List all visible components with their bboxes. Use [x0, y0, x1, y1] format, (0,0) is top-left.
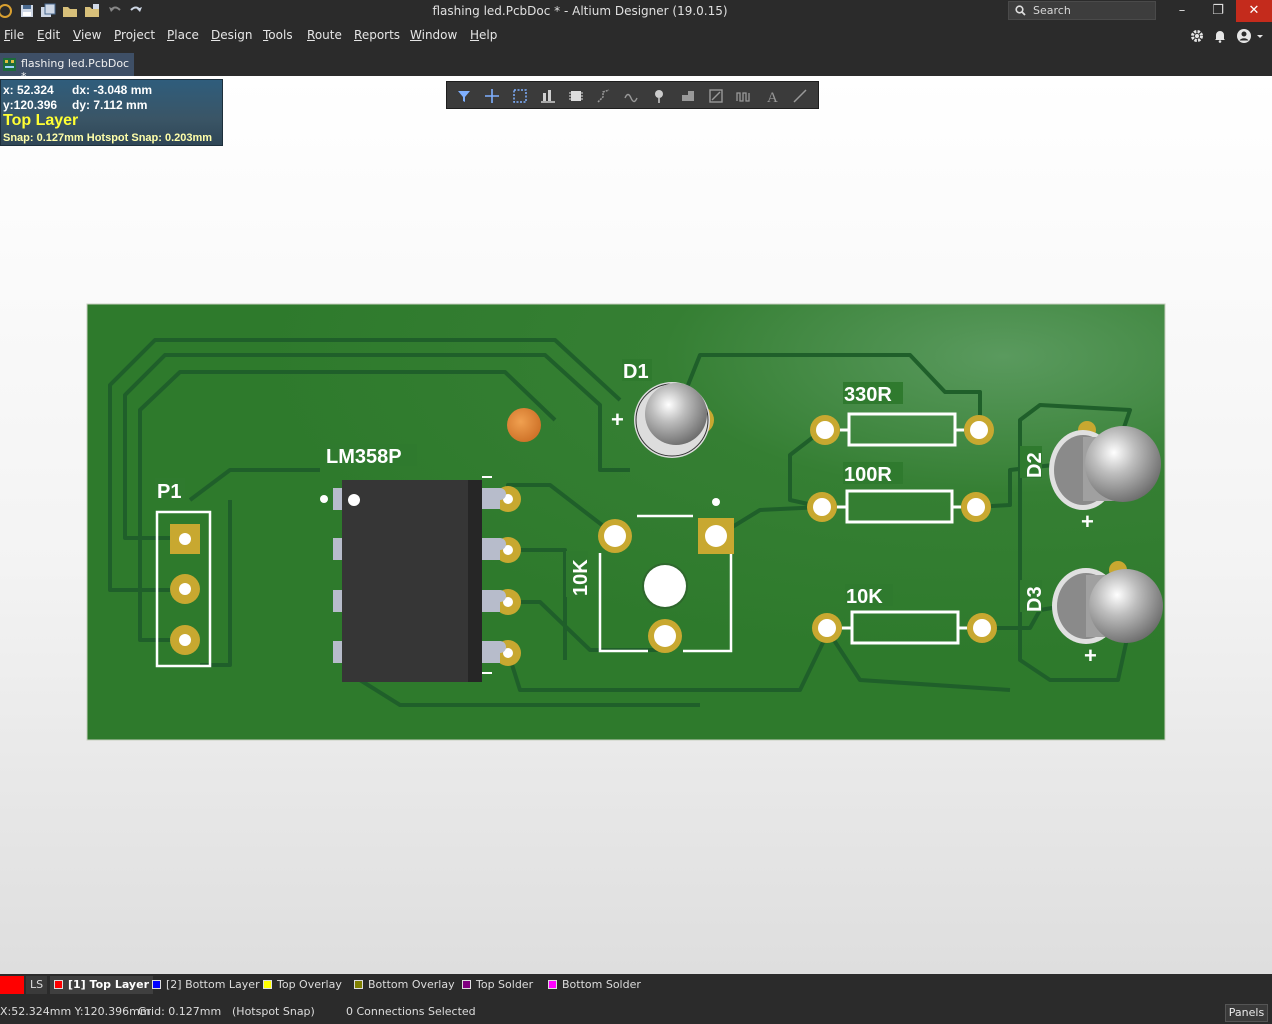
place-via-icon[interactable] [651, 87, 669, 105]
user-account-icon[interactable] [1236, 28, 1252, 44]
status-bar: X:52.324mm Y:120.396mm Grid: 0.127mm (Ho… [0, 1000, 1272, 1024]
filter-icon[interactable] [455, 87, 473, 105]
bottom-layer-swatch [152, 980, 161, 989]
top-solder-swatch [462, 980, 471, 989]
place-string-icon[interactable]: A [763, 87, 781, 105]
designator-100r: 100R [844, 464, 892, 486]
document-tab-bar: flashing led.PcbDoc * [0, 48, 1272, 83]
layer-set-button[interactable]: LS [26, 976, 48, 994]
d1-polarity-plus: + [611, 407, 624, 432]
layer-tab-bottom-solder[interactable]: Bottom Solder [544, 976, 645, 994]
top-layer-swatch [54, 980, 63, 989]
pcb-view[interactable]: P1 LM358P 10K D1 + 330R 100R 10K D2 + D3… [0, 76, 1272, 974]
layer-tab-label: Bottom Overlay [368, 978, 455, 991]
active-bar-toolbar: A [446, 81, 819, 109]
altium-window: flashing led.PcbDoc * - Altium Designer … [0, 0, 1272, 1024]
search-placeholder: Search [1033, 4, 1071, 17]
layer-tab-label: Top Overlay [277, 978, 342, 991]
differential-pair-icon[interactable] [623, 87, 641, 105]
menu-design[interactable]: Design [211, 28, 252, 42]
hud-x: x: 52.324 [3, 83, 54, 97]
heads-up-display: x: 52.324 dx: -3.048 mm y:120.396 dy: 7.… [0, 79, 223, 146]
align-icon[interactable] [539, 87, 557, 105]
menu-place[interactable]: Place [167, 28, 199, 42]
hud-dx: dx: -3.048 mm [72, 83, 153, 97]
menu-bar: File Edit View Project Place Design Tool… [0, 24, 1272, 48]
menu-edit[interactable]: Edit [37, 28, 60, 42]
menu-tools[interactable]: Tools [263, 28, 293, 42]
chevron-down-icon[interactable] [1256, 28, 1264, 44]
d2-polarity-plus: + [1081, 509, 1094, 534]
close-button[interactable]: ✕ [1236, 0, 1272, 22]
hud-dy: dy: 7.112 mm [72, 98, 148, 112]
pcb-document-icon [3, 58, 16, 71]
designator-p1: P1 [157, 481, 181, 503]
menu-window[interactable]: Window [410, 28, 457, 42]
title-bar: flashing led.PcbDoc * - Altium Designer … [0, 0, 1272, 24]
place-keepout-icon[interactable] [707, 87, 725, 105]
window-title: flashing led.PcbDoc * - Altium Designer … [432, 4, 728, 18]
menu-reports[interactable]: Reports [354, 28, 400, 42]
designator-lm358p: LM358P [326, 446, 402, 468]
layer-tab-top-solder[interactable]: Top Solder [458, 976, 537, 994]
designator-330r: 330R [844, 384, 892, 406]
layer-tab-top-layer[interactable]: [1] Top Layer [50, 976, 153, 994]
layer-tab-label: [2] Bottom Layer [166, 978, 260, 991]
hud-y: y:120.396 [3, 98, 58, 112]
d3-polarity-plus: + [1084, 643, 1097, 668]
pcb-editor-canvas[interactable]: P1 LM358P 10K D1 + 330R 100R 10K D2 + D3… [0, 76, 1272, 974]
panels-button[interactable]: Panels [1225, 1004, 1268, 1022]
select-rectangle-icon[interactable] [511, 87, 529, 105]
gear-icon[interactable] [1189, 28, 1205, 44]
designator-d3: D3 [1024, 586, 1046, 612]
menu-route[interactable]: Route [307, 28, 342, 42]
place-line-icon[interactable] [791, 87, 809, 105]
layer-tab-top-overlay[interactable]: Top Overlay [259, 976, 346, 994]
current-layer-color-swatch[interactable] [0, 976, 24, 994]
search-icon [1015, 5, 1026, 16]
polygon-pour-icon[interactable] [679, 87, 697, 105]
status-snap: (Hotspot Snap) [232, 1005, 315, 1018]
restore-button[interactable]: ❐ [1200, 0, 1236, 22]
layer-tab-label: Top Solder [476, 978, 534, 991]
status-connections: 0 Connections Selected [346, 1005, 476, 1018]
bell-icon[interactable] [1212, 28, 1228, 44]
layer-tabs-bar: LS [1] Top Layer [2] Bottom Layer Top Ov… [0, 974, 1272, 996]
designator-pot-10k: 10K [570, 559, 592, 596]
tune-length-icon[interactable] [735, 87, 753, 105]
interactive-routing-icon[interactable] [595, 87, 613, 105]
designator-10k-resistor: 10K [846, 586, 883, 608]
layer-tab-label: Bottom Solder [562, 978, 641, 991]
status-coordinates: X:52.324mm Y:120.396mm [0, 1005, 151, 1018]
place-component-icon[interactable] [567, 87, 585, 105]
designator-d1: D1 [623, 361, 649, 383]
menu-project[interactable]: Project [114, 28, 155, 42]
bottom-overlay-swatch [354, 980, 363, 989]
status-grid: Grid: 0.127mm [138, 1005, 222, 1018]
via [507, 408, 541, 442]
minimize-button[interactable]: – [1164, 0, 1200, 22]
layer-tab-bottom-overlay[interactable]: Bottom Overlay [350, 976, 459, 994]
layer-tab-label: [1] Top Layer [68, 978, 149, 991]
menu-help[interactable]: Help [470, 28, 497, 42]
menu-view[interactable]: View [73, 28, 101, 42]
move-cross-icon[interactable] [483, 87, 501, 105]
svg-text:A: A [767, 90, 778, 105]
layer-tab-bottom-layer[interactable]: [2] Bottom Layer [148, 976, 264, 994]
hud-snap: Snap: 0.127mm Hotspot Snap: 0.203mm [3, 132, 213, 144]
search-input[interactable]: Search [1008, 1, 1156, 20]
hud-current-layer: Top Layer [3, 112, 79, 129]
menu-file[interactable]: File [4, 28, 24, 42]
designator-d2: D2 [1024, 452, 1046, 478]
top-overlay-swatch [263, 980, 272, 989]
document-tab[interactable]: flashing led.PcbDoc * [0, 53, 134, 83]
bottom-solder-swatch [548, 980, 557, 989]
